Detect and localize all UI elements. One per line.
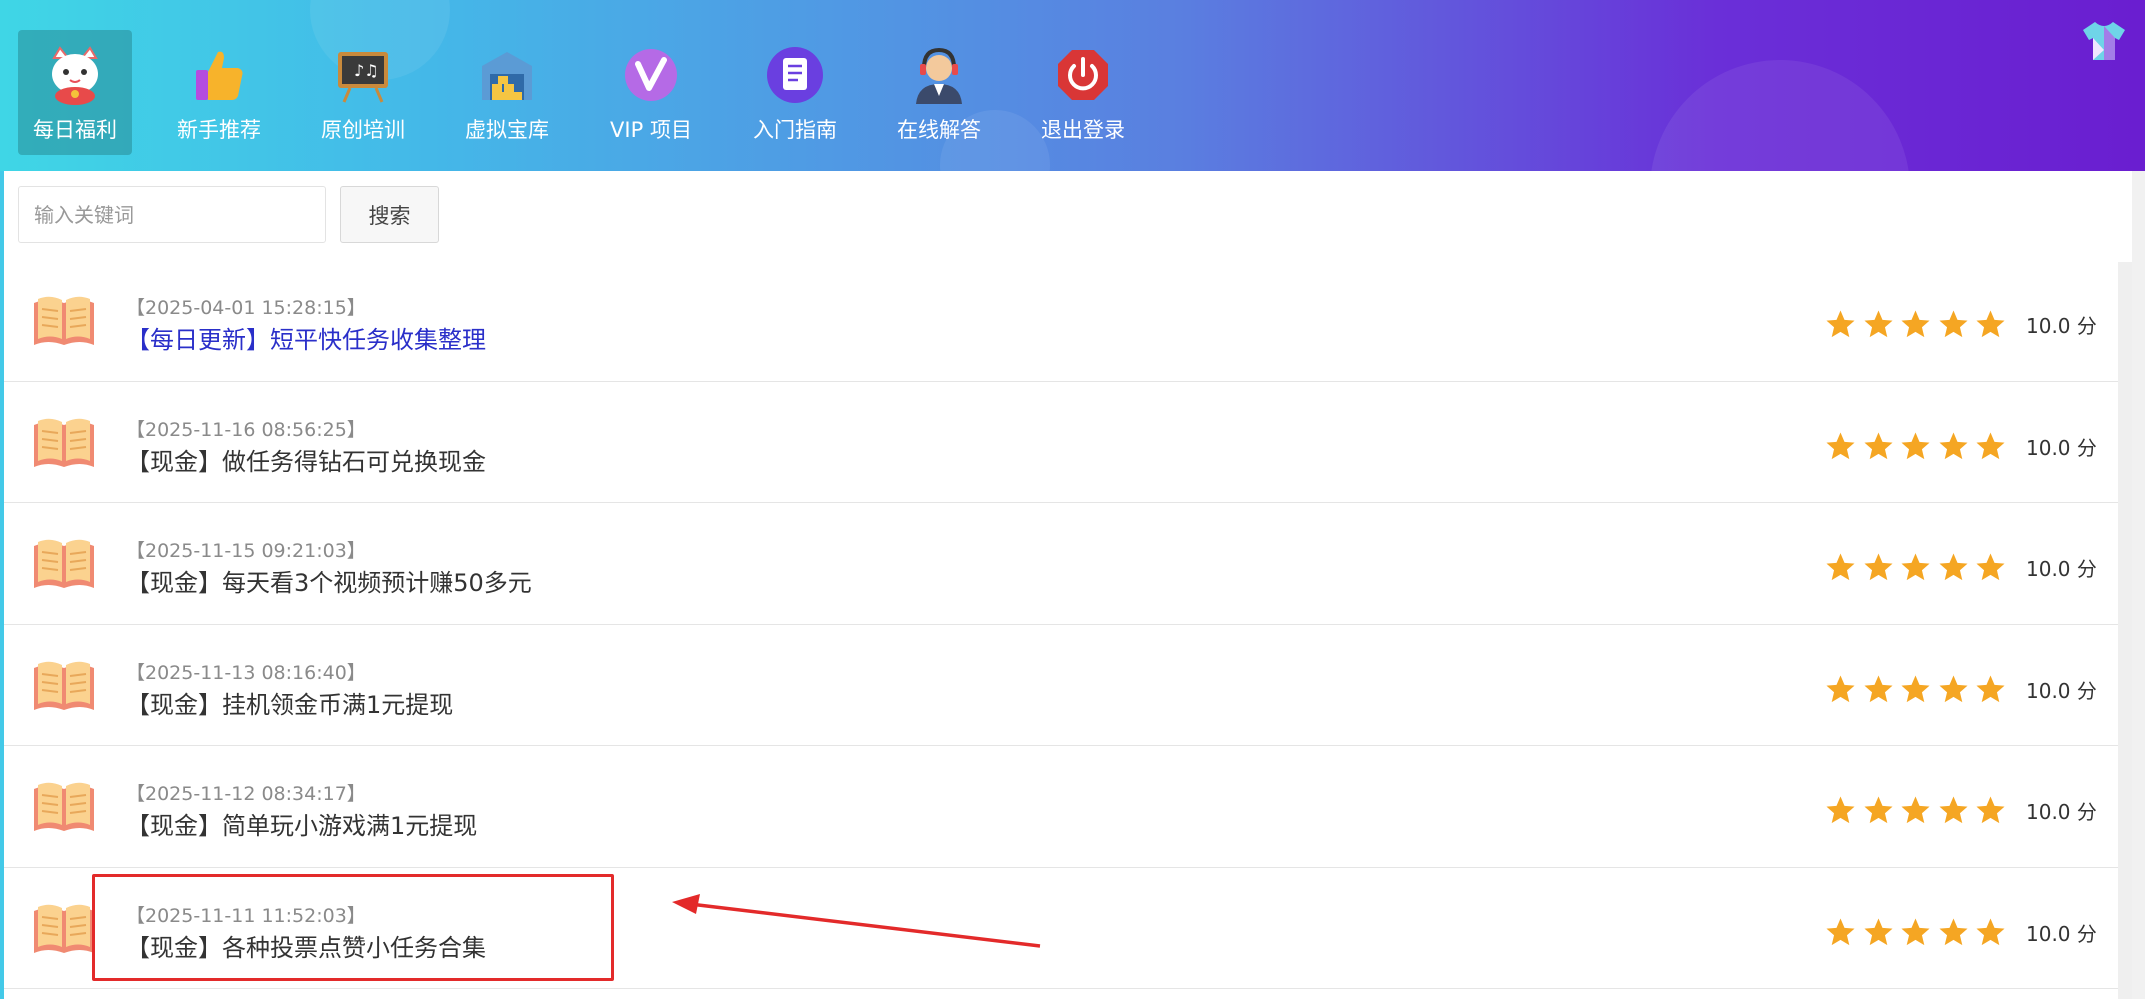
theme-shirt-icon[interactable] [2081,20,2127,62]
chalkboard-icon: ♪♫ [332,44,394,106]
star-icon [1899,916,1932,949]
star-icon [1899,794,1932,827]
list-item[interactable]: 【2025-11-12 08:34:17】 【现金】简单玩小游戏满1元提现 10.0… [4,746,2118,868]
thumbs-up-icon [188,44,250,106]
item-title-link[interactable]: 【现金】每天看3个视频预计赚50多元 [126,563,532,598]
book-icon [32,415,96,469]
item-date: 【2025-11-16 08:56:25】 [126,418,366,441]
nav-item-original-training[interactable]: ♪♫ 原创培训 [306,30,420,155]
star-icon [1862,551,1895,584]
star-icon [1974,794,2007,827]
vip-icon [620,44,682,106]
nav-item-virtual-treasury[interactable]: 虚拟宝库 [450,30,564,155]
list-item[interactable]: 【2025-11-13 08:16:40】 【现金】挂机领金币满1元提现 10.0 … [4,625,2118,746]
item-date: 【2025-11-15 09:21:03】 [126,540,366,562]
star-icon [1974,430,2007,463]
star-icon [1937,551,1970,584]
nav-label: 原创培训 [321,118,405,142]
warehouse-icon [476,44,538,106]
search-button[interactable]: 搜索 [340,186,439,243]
rating-stars [1824,551,2012,584]
nav-label: 每日福利 [33,118,117,142]
star-icon [1937,430,1970,463]
book-icon [32,293,96,347]
rating-stars [1824,673,2012,706]
star-icon [1824,916,1857,949]
item-score: 10.0 分 [2026,557,2097,581]
item-date: 【2025-04-01 15:28:15】 [126,297,366,319]
star-icon [1974,308,2007,341]
lucky-cat-icon [44,44,106,106]
star-icon [1824,430,1857,463]
book-icon [32,901,96,955]
main-nav: 每日福利 新手推荐 ♪♫ 原创培训 虚拟宝库 VIP 项目 入门指南 在线解答 … [18,30,1170,155]
star-icon [1899,551,1932,584]
list-item[interactable]: 【2025-11-15 09:21:03】 【现金】每天看3个视频预计赚50多元 1… [4,503,2118,625]
item-date: 【2025-11-12 08:34:17】 [126,783,366,805]
search-input[interactable] [18,186,326,243]
item-score: 10.0 分 [2026,314,2097,338]
rating-stars [1824,308,2012,341]
star-icon [1974,673,2007,706]
item-score: 10.0 分 [2026,921,2097,946]
star-icon [1824,794,1857,827]
scrollbar[interactable] [2118,262,2132,999]
star-icon [1824,308,1857,341]
star-icon [1862,794,1895,827]
book-icon [32,779,96,833]
annotation-highlight-box [92,874,614,981]
item-date: 【2025-11-13 08:16:40】 [126,661,366,684]
book-icon [32,536,96,590]
star-icon [1937,308,1970,341]
nav-label: VIP 项目 [610,118,692,142]
rating-stars [1824,916,2012,949]
star-icon [1937,794,1970,827]
nav-item-vip-projects[interactable]: VIP 项目 [594,30,708,155]
star-icon [1899,673,1932,706]
star-icon [1862,916,1895,949]
rating-stars [1824,794,2012,827]
item-title-link[interactable]: 【现金】做任务得钻石可兑换现金 [126,442,486,477]
star-icon [1862,430,1895,463]
annotation-arrow [672,894,1041,948]
star-icon [1937,673,1970,706]
nav-label: 新手推荐 [177,118,261,142]
star-icon [1974,916,2007,949]
nav-label: 虚拟宝库 [465,118,549,142]
item-score: 10.0 分 [2026,435,2097,460]
item-score: 10.0 分 [2026,800,2097,824]
top-navigation-bar: 每日福利 新手推荐 ♪♫ 原创培训 虚拟宝库 VIP 项目 入门指南 在线解答 … [0,0,2145,171]
star-icon [1862,673,1895,706]
nav-item-newbie-recommend[interactable]: 新手推荐 [162,30,276,155]
search-bar: 搜索 [18,186,439,243]
item-title-link[interactable]: 【现金】挂机领金币满1元提现 [126,685,453,720]
list-item[interactable]: 【2025-04-01 15:28:15】 【每日更新】短平快任务收集整理 10.0… [4,260,2118,382]
nav-item-online-answers[interactable]: 在线解答 [882,30,996,155]
rating-stars [1824,430,2012,463]
star-icon [1824,551,1857,584]
star-icon [1974,551,2007,584]
item-score: 10.0 分 [2026,678,2097,703]
item-title-link[interactable]: 【现金】简单玩小游戏满1元提现 [126,806,477,841]
page-gutter [2132,171,2145,999]
item-title-link[interactable]: 【每日更新】短平快任务收集整理 [126,320,486,355]
nav-label: 在线解答 [897,118,981,142]
document-icon [764,44,826,106]
star-icon [1899,308,1932,341]
star-icon [1862,308,1895,341]
nav-label: 退出登录 [1041,118,1125,142]
nav-item-daily-welfare[interactable]: 每日福利 [18,30,132,155]
power-icon [1052,44,1114,106]
star-icon [1824,673,1857,706]
support-agent-icon [908,44,970,106]
star-icon [1937,916,1970,949]
list-item[interactable]: 【2025-11-16 08:56:25】 【现金】做任务得钻石可兑换现金 10.0… [4,382,2118,503]
nav-label: 入门指南 [753,118,837,142]
svg-text:♪♫: ♪♫ [354,61,379,80]
star-icon [1899,430,1932,463]
book-icon [32,658,96,712]
nav-item-beginner-guide[interactable]: 入门指南 [738,30,852,155]
nav-item-logout[interactable]: 退出登录 [1026,30,1140,155]
